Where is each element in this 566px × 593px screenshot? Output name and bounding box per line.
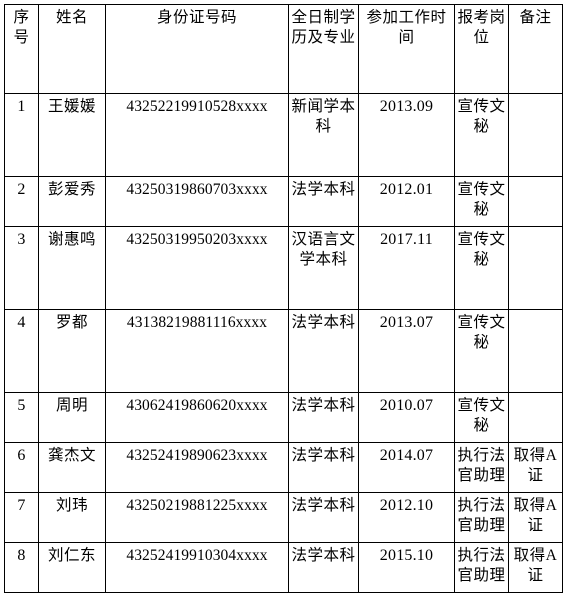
cell-applied-position: 执行法官助理 <box>454 442 509 493</box>
column-header-education: 全日制学历及专业 <box>288 4 359 94</box>
column-header-remarks: 备注 <box>508 4 563 94</box>
cell-remarks <box>508 176 563 227</box>
cell-work-start-date: 2012.10 <box>358 492 455 543</box>
table-row: 3 谢惠鸣 43250319950203xxxx 汉语言文学本科 2017.11 宣传文秘 <box>4 226 563 310</box>
header-row: 序号 姓名 身份证号码 全日制学历及专业 参加工作时间 报考岗位 备注 <box>4 4 563 94</box>
cell-education: 新闻学本科 <box>288 93 359 177</box>
column-header-name: 姓名 <box>38 4 106 94</box>
column-header-applied-position: 报考岗位 <box>454 4 509 94</box>
cell-work-start-date: 2013.09 <box>358 93 455 177</box>
table-header: 序号 姓名 身份证号码 全日制学历及专业 参加工作时间 报考岗位 备注 <box>4 4 563 94</box>
cell-work-start-date: 2017.11 <box>358 226 455 310</box>
table-row: 4 罗都 43138219881116xxxx 法学本科 2013.07 宣传文秘 <box>4 309 563 393</box>
cell-remarks <box>508 309 563 393</box>
column-header-seq: 序号 <box>4 4 39 94</box>
cell-remarks <box>508 392 563 443</box>
cell-name: 龚杰文 <box>38 442 106 493</box>
cell-education: 法学本科 <box>288 309 359 393</box>
cell-sequence-number: 3 <box>4 226 39 310</box>
cell-id-number: 43250319860703xxxx <box>105 176 289 227</box>
table-row: 1 王媛媛 43252219910528xxxx 新闻学本科 2013.09 宣传文秘 <box>4 93 563 177</box>
cell-applied-position: 执行法官助理 <box>454 542 509 593</box>
table-body: 1 王媛媛 43252219910528xxxx 新闻学本科 2013.09 宣传文秘 2 彭… <box>4 93 563 593</box>
cell-education: 汉语言文学本科 <box>288 226 359 310</box>
cell-name: 谢惠鸣 <box>38 226 106 310</box>
cell-work-start-date: 2015.10 <box>358 542 455 593</box>
table-row: 7 刘玮 43250219881225xxxx 法学本科 2012.10 执行法官助理 取得… <box>4 492 563 543</box>
table-row: 6 龚杰文 43252419890623xxxx 法学本科 2014.07 执行法官助理取… <box>4 442 563 493</box>
cell-name: 罗都 <box>38 309 106 393</box>
cell-sequence-number: 6 <box>4 442 39 493</box>
cell-applied-position: 宣传文秘 <box>454 176 509 227</box>
cell-id-number: 43252419910304xxxx <box>105 542 289 593</box>
cell-work-start-date: 2014.07 <box>358 442 455 493</box>
cell-name: 刘玮 <box>38 492 106 543</box>
cell-education: 法学本科 <box>288 542 359 593</box>
cell-applied-position: 宣传文秘 <box>454 226 509 310</box>
column-header-work-start-date: 参加工作时间 <box>358 4 455 94</box>
cell-name: 彭爱秀 <box>38 176 106 227</box>
candidate-table-sheet: 序号 姓名 身份证号码 全日制学历及专业 参加工作时间 报考岗位 备注 1 王媛媛… <box>0 4 566 593</box>
cell-applied-position: 宣传文秘 <box>454 392 509 443</box>
cell-sequence-number: 2 <box>4 176 39 227</box>
cell-education: 法学本科 <box>288 442 359 493</box>
cell-applied-position: 宣传文秘 <box>454 309 509 393</box>
cell-work-start-date: 2010.07 <box>358 392 455 443</box>
cell-sequence-number: 8 <box>4 542 39 593</box>
table-row: 8 刘仁东 43252419910304xxxx 法学本科 2015.10 执行法官助理取… <box>4 542 563 593</box>
table-row: 2 彭爱秀 43250319860703xxxx 法学本科 2012.01 宣传文秘 <box>4 176 563 227</box>
cell-name: 周明 <box>38 392 106 443</box>
cell-applied-position: 宣传文秘 <box>454 93 509 177</box>
column-header-id: 身份证号码 <box>105 4 289 94</box>
cell-remarks <box>508 93 563 177</box>
cell-remarks <box>508 226 563 310</box>
cell-id-number: 43252219910528xxxx <box>105 93 289 177</box>
cell-id-number: 43252419890623xxxx <box>105 442 289 493</box>
cell-name: 王媛媛 <box>38 93 106 177</box>
cell-applied-position: 执行法官助理 <box>454 492 509 543</box>
cell-name: 刘仁东 <box>38 542 106 593</box>
cell-remarks: 取得A证 <box>508 442 563 493</box>
cell-sequence-number: 5 <box>4 392 39 443</box>
cell-sequence-number: 1 <box>4 93 39 177</box>
cell-education: 法学本科 <box>288 392 359 443</box>
candidate-table: 序号 姓名 身份证号码 全日制学历及专业 参加工作时间 报考岗位 备注 1 王媛媛… <box>4 4 563 593</box>
cell-sequence-number: 4 <box>4 309 39 393</box>
cell-sequence-number: 7 <box>4 492 39 543</box>
cell-work-start-date: 2012.01 <box>358 176 455 227</box>
cell-remarks: 取得A证 <box>508 542 563 593</box>
cell-id-number: 43138219881116xxxx <box>105 309 289 393</box>
cell-work-start-date: 2013.07 <box>358 309 455 393</box>
cell-id-number: 43250319950203xxxx <box>105 226 289 310</box>
cell-id-number: 43250219881225xxxx <box>105 492 289 543</box>
cell-education: 法学本科 <box>288 492 359 543</box>
cell-education: 法学本科 <box>288 176 359 227</box>
table-row: 5 周明 43062419860620xxxx 法学本科 2010.07 宣传文秘 <box>4 392 563 443</box>
cell-remarks: 取得A证 <box>508 492 563 543</box>
cell-id-number: 43062419860620xxxx <box>105 392 289 443</box>
